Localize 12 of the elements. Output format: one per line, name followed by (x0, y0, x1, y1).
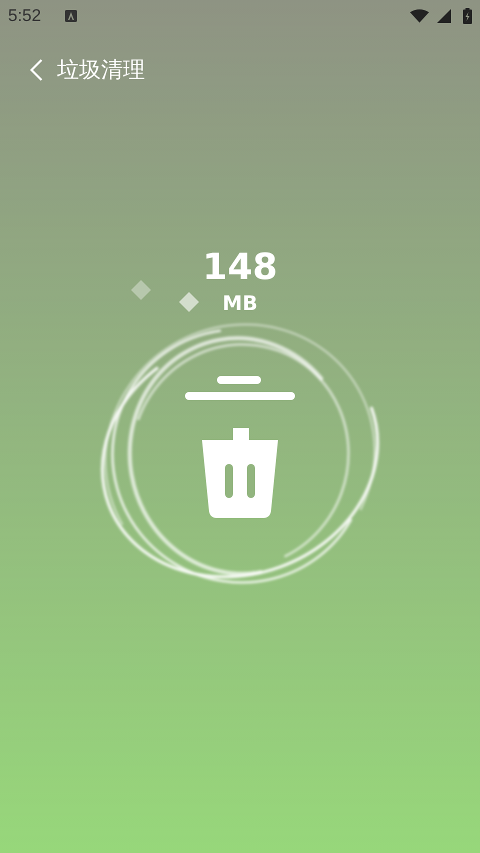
junk-amount: 148 (202, 248, 278, 288)
diamond-icon (179, 292, 199, 312)
page-title: 垃圾清理 (57, 57, 145, 85)
notification-icon (65, 10, 78, 22)
diamond-icon (131, 280, 151, 300)
back-button[interactable] (30, 59, 43, 81)
status-time: 5:52 (8, 6, 42, 26)
size-unit: MB (222, 290, 258, 316)
signal-icon (437, 9, 451, 23)
battery-icon (463, 8, 472, 24)
wifi-icon (410, 9, 429, 23)
back-icon (30, 59, 43, 81)
